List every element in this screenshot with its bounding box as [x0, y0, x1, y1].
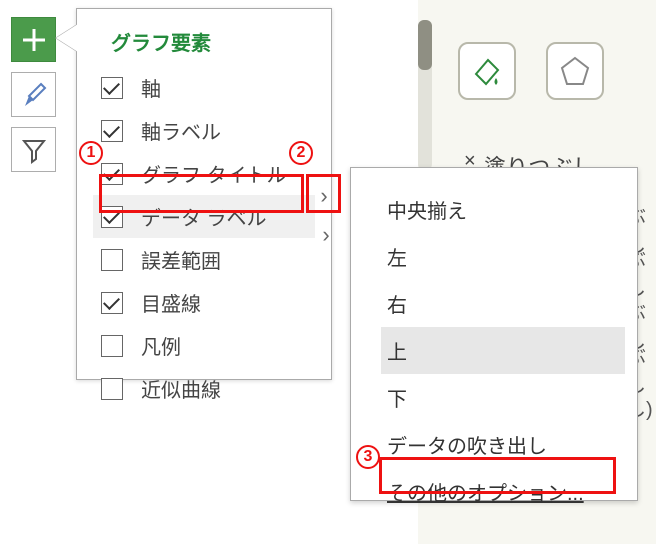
callout-pointer — [56, 24, 78, 52]
flyout-item[interactable]: データの吹き出し — [381, 421, 625, 468]
chart-element-label: 軸 — [141, 73, 161, 102]
chart-element-row[interactable]: 近似曲線 — [93, 367, 315, 410]
annotation-number-1: 1 — [79, 141, 103, 165]
flyout-more-options[interactable]: その他のオプション... — [381, 468, 625, 515]
chart-element-row[interactable]: 軸 — [93, 66, 315, 109]
chart-element-checkbox[interactable] — [101, 249, 123, 271]
fill-icon-button[interactable] — [458, 42, 516, 100]
chart-element-label: 軸ラベル — [141, 116, 221, 145]
chart-element-row[interactable]: 軸ラベル — [93, 109, 315, 152]
chart-element-checkbox[interactable] — [101, 163, 123, 185]
chart-element-checkbox[interactable] — [101, 206, 123, 228]
flyout-item[interactable]: 右 — [381, 280, 625, 327]
chart-element-checkbox[interactable] — [101, 77, 123, 99]
annotation-number-2: 2 — [289, 141, 313, 165]
chart-element-row[interactable]: 目盛線 — [93, 281, 315, 324]
plus-icon — [19, 25, 49, 55]
add-chart-element-button[interactable] — [11, 17, 56, 62]
chart-element-label: グラフ タイトル — [141, 159, 287, 188]
chart-element-row[interactable]: 凡例 — [93, 324, 315, 367]
chart-element-row[interactable]: データ ラベル — [93, 195, 315, 238]
chart-elements-list: 軸軸ラベルグラフ タイトルデータ ラベル誤差範囲目盛線凡例近似曲線 — [93, 66, 315, 410]
chart-element-row[interactable]: グラフ タイトル — [93, 152, 315, 195]
chart-element-checkbox[interactable] — [101, 120, 123, 142]
brush-icon — [19, 80, 49, 110]
chart-element-checkbox[interactable] — [101, 292, 123, 314]
flyout-item[interactable]: 左 — [381, 233, 625, 280]
chart-element-checkbox[interactable] — [101, 378, 123, 400]
annotation-number-3: 3 — [356, 445, 380, 469]
chart-element-toolbar — [11, 17, 56, 172]
chart-element-label: データ ラベル — [141, 202, 267, 231]
chart-element-checkbox[interactable] — [101, 335, 123, 357]
chart-styles-button[interactable] — [11, 72, 56, 117]
data-labels-flyout: 中央揃え左右上下データの吹き出しその他のオプション... — [350, 167, 638, 501]
chart-element-label: 誤差範囲 — [141, 245, 221, 274]
chart-elements-callout: グラフ要素 軸軸ラベルグラフ タイトルデータ ラベル誤差範囲目盛線凡例近似曲線 — [76, 8, 332, 380]
chart-element-label: 目盛線 — [141, 288, 201, 317]
flyout-item[interactable]: 下 — [381, 374, 625, 421]
effects-icon-button[interactable] — [546, 42, 604, 100]
flyout-item[interactable]: 上 — [381, 327, 625, 374]
scrollbar-thumb[interactable] — [418, 20, 432, 70]
chart-element-label: 近似曲線 — [141, 374, 221, 403]
expand-arrow-data-labels[interactable]: › — [312, 183, 336, 209]
expand-arrow-error-bars[interactable]: › — [314, 222, 338, 248]
callout-title: グラフ要素 — [93, 23, 315, 66]
flyout-item[interactable]: 中央揃え — [381, 186, 625, 233]
chart-element-label: 凡例 — [141, 331, 181, 360]
chart-filter-button[interactable] — [11, 127, 56, 172]
funnel-icon — [20, 136, 48, 164]
chart-element-row[interactable]: 誤差範囲 — [93, 238, 315, 281]
